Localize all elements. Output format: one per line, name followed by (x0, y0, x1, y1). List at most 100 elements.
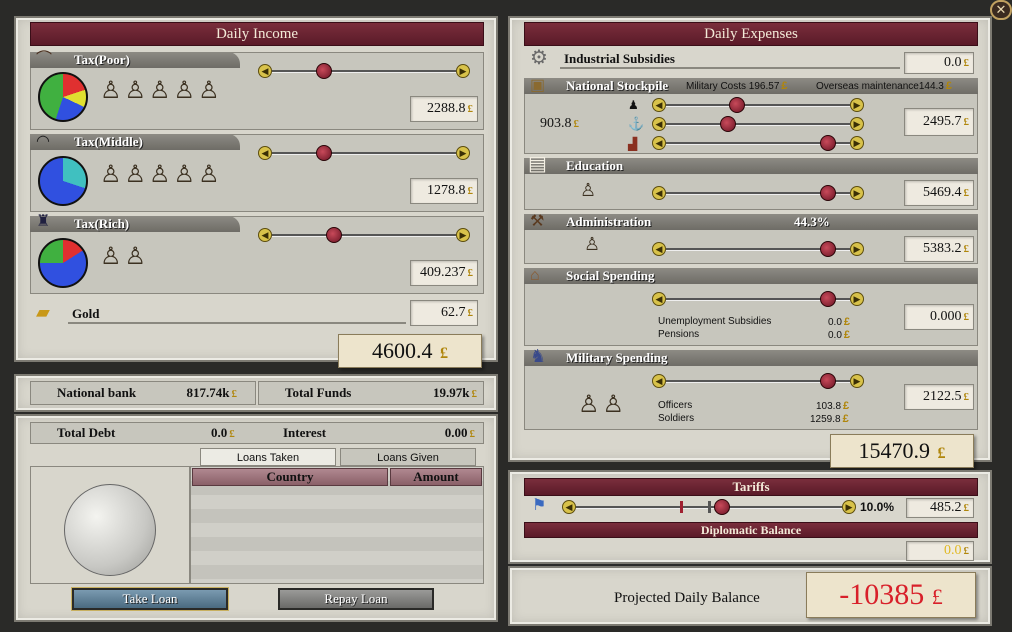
tariffs-slider[interactable]: ◀ ▶ (562, 499, 856, 515)
tax-middle-label: Tax(Middle) (30, 134, 240, 150)
slider-knob[interactable] (326, 227, 343, 243)
national-bank-value: 817.74k £ (186, 385, 237, 400)
tax-middle-value: 1278.8 £ (410, 178, 478, 204)
unemployment-subsidies-value: 0.0 £ (828, 316, 851, 328)
slider-knob[interactable] (315, 63, 332, 79)
decrease-icon[interactable]: ◀ (652, 186, 666, 200)
increase-icon[interactable]: ▶ (850, 98, 864, 112)
projected-balance-value: -10385 £ (806, 572, 976, 618)
crate-icon: ▣ (530, 77, 546, 94)
increase-icon[interactable]: ▶ (850, 186, 864, 200)
military-slider[interactable]: ◀ ▶ (652, 373, 864, 389)
administration-slider[interactable]: ◀ ▶ (652, 241, 864, 257)
pensions-label: Pensions (658, 329, 700, 340)
increase-icon[interactable]: ▶ (850, 292, 864, 306)
tab-loans-given[interactable]: Loans Given (340, 448, 476, 466)
decrease-icon[interactable]: ◀ (652, 98, 666, 112)
increase-icon[interactable]: ▶ (850, 136, 864, 150)
gold-value: 62.7 £ (410, 300, 478, 326)
bureaucrat-icon: ♙ (584, 234, 601, 254)
stockpile-value: 903.8 £ (540, 116, 579, 131)
top-hat-icon: ♜ (36, 213, 51, 230)
increase-icon[interactable]: ▶ (842, 500, 856, 514)
gold-bar-icon: ▰ (36, 302, 50, 322)
total-funds-value: 19.97k £ (433, 385, 477, 400)
book-icon: ▤ (528, 153, 547, 175)
slider-knob[interactable] (820, 185, 837, 201)
house-icon: ⌂ (530, 267, 540, 284)
tax-rich-slider[interactable]: ◀ ▶ (258, 227, 470, 243)
tax-rich-value: 409.237 £ (410, 260, 478, 286)
slider-knob[interactable] (820, 241, 837, 257)
tab-loans-taken[interactable]: Loans Taken (200, 448, 336, 466)
soldiers-value: 1259.8 £ (810, 413, 849, 425)
stockpile-slider-1[interactable]: ◀ ▶ (652, 97, 864, 113)
expenses-title: Daily Expenses (524, 22, 978, 46)
projected-balance-label: Projected Daily Balance (614, 590, 760, 606)
industrial-subsidies-value: 0.0 £ (904, 52, 974, 74)
total-funds-box: Total Funds 19.97k £ (258, 381, 484, 405)
decrease-icon[interactable]: ◀ (258, 64, 272, 78)
tax-rich-label: Tax(Rich) (30, 216, 240, 232)
decrease-icon[interactable]: ◀ (258, 146, 272, 160)
administration-value: 5383.2 £ (904, 236, 974, 262)
repay-loan-button[interactable]: Repay Loan (278, 588, 434, 610)
decrease-icon[interactable]: ◀ (258, 228, 272, 242)
poor-pops-icon: ♙♙♙♙♙ (100, 78, 223, 104)
interest-label: Interest (283, 425, 327, 440)
social-slider[interactable]: ◀ ▶ (652, 291, 864, 307)
expenses-total: 15470.9 £ (830, 434, 974, 468)
slider-knob[interactable] (820, 291, 837, 307)
total-debt-value: 0.0 £ (211, 425, 235, 440)
social-spending-label: Social Spending (566, 268, 655, 283)
increase-icon[interactable]: ▶ (850, 374, 864, 388)
slider-knob[interactable] (315, 145, 332, 161)
stockpile-total-value: 2495.7 £ (904, 108, 974, 136)
increase-icon[interactable]: ▶ (850, 242, 864, 256)
slider-knob[interactable] (728, 97, 745, 113)
tax-poor-slider[interactable]: ◀ ▶ (258, 63, 470, 79)
income-total: 4600.4 £ (338, 334, 482, 368)
increase-icon[interactable]: ▶ (456, 146, 470, 160)
column-amount[interactable]: Amount (390, 468, 482, 486)
tax-middle-slider[interactable]: ◀ ▶ (258, 145, 470, 161)
decrease-icon[interactable]: ◀ (652, 136, 666, 150)
increase-icon[interactable]: ▶ (850, 117, 864, 131)
slider-knob[interactable] (820, 373, 837, 389)
military-value: 2122.5 £ (904, 384, 974, 410)
increase-icon[interactable]: ▶ (456, 228, 470, 242)
education-slider[interactable]: ◀ ▶ (652, 185, 864, 201)
total-debt-label: Total Debt (57, 425, 116, 440)
middle-pops-icon: ♙♙♙♙♙ (100, 162, 223, 188)
close-button[interactable]: ✕ (990, 0, 1012, 20)
decrease-icon[interactable]: ◀ (562, 500, 576, 514)
slider-knob[interactable] (720, 116, 737, 132)
column-country[interactable]: Country (192, 468, 388, 486)
soldier-icon: ♞ (530, 346, 547, 366)
overseas-maintenance: Overseas maintenance144.3 £ (816, 80, 952, 92)
gold-label: Gold (72, 306, 100, 321)
close-icon: ✕ (995, 2, 1007, 17)
decrease-icon[interactable]: ◀ (652, 292, 666, 306)
anchor-icon: ⚓ (628, 116, 645, 131)
soldiers-label: Soldiers (658, 413, 695, 424)
industrial-subsidies-label: Industrial Subsidies (564, 51, 675, 66)
interest-value: 0.00 £ (444, 425, 475, 440)
hat-middle-icon: ◠ (36, 133, 50, 150)
tax-poor-value: 2288.8 £ (410, 96, 478, 122)
social-value: 0.000 £ (904, 304, 974, 330)
take-loan-button[interactable]: Take Loan (72, 588, 228, 610)
national-stockpile-label: National Stockpile (566, 78, 669, 93)
slider-knob[interactable] (713, 499, 730, 515)
rich-pops-icon: ♙♙ (100, 244, 150, 270)
stockpile-slider-2[interactable]: ◀ ▶ (652, 116, 864, 132)
education-label: Education (566, 158, 624, 173)
decrease-icon[interactable]: ◀ (652, 242, 666, 256)
tariff-icon: ⚑ (532, 497, 547, 514)
slider-knob[interactable] (820, 135, 837, 151)
increase-icon[interactable]: ▶ (456, 64, 470, 78)
decrease-icon[interactable]: ◀ (652, 374, 666, 388)
tariffs-value: 485.2 £ (906, 498, 974, 518)
decrease-icon[interactable]: ◀ (652, 117, 666, 131)
stockpile-slider-3[interactable]: ◀ ▶ (652, 135, 864, 151)
